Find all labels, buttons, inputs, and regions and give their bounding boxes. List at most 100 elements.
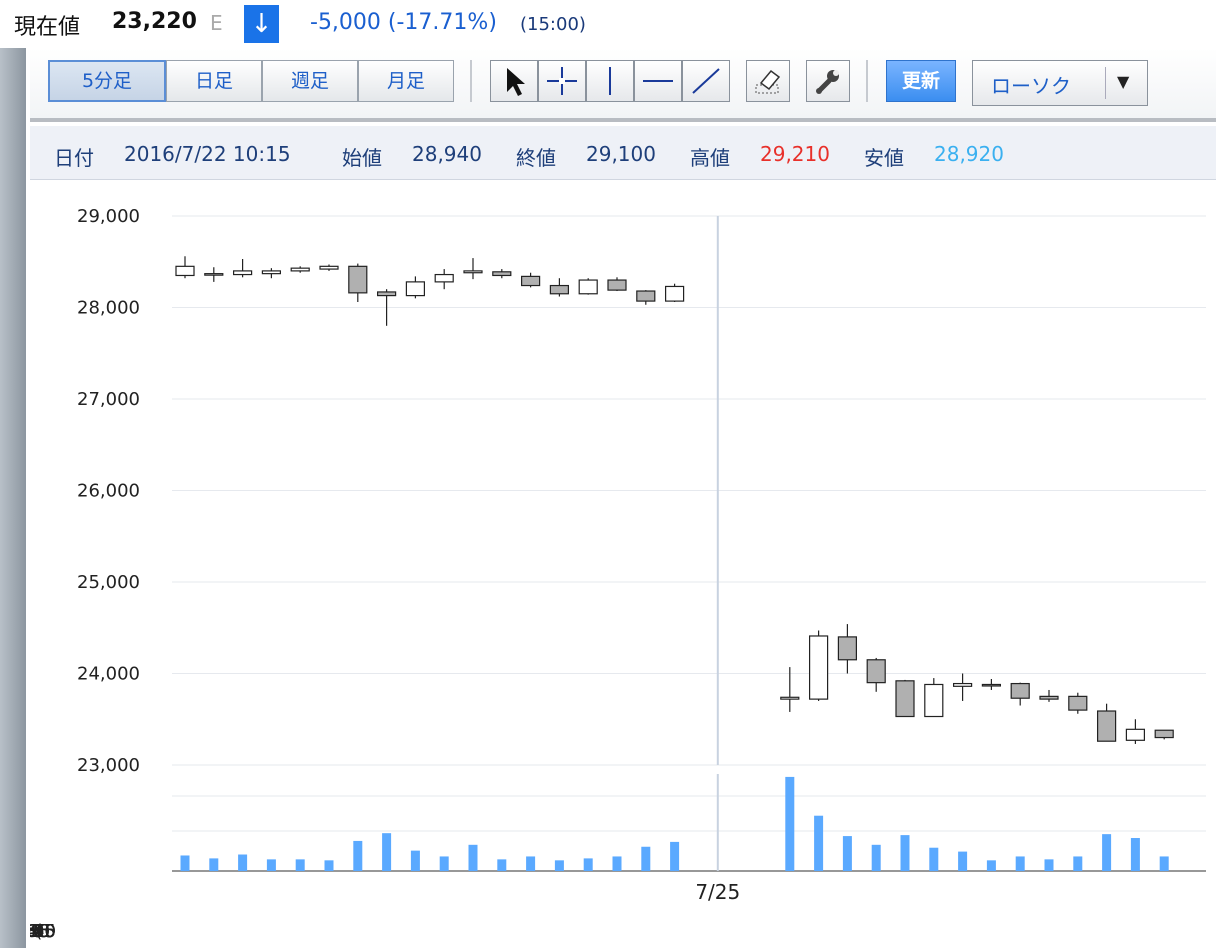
current-price-label: 現在値 [14, 15, 81, 40]
volume-bar [180, 855, 190, 871]
volume-bar [554, 860, 564, 871]
refresh-button[interactable]: 更新 [886, 60, 956, 102]
volume-bar [439, 856, 449, 871]
candle-body [664, 285, 685, 302]
candle-body [204, 273, 224, 276]
volume-bar [1044, 859, 1054, 871]
down-arrow-icon: ↓ [244, 5, 279, 43]
candlestick-chart[interactable]: 29,000 28,000 27,000 26,000 25,000 24,000 23,0… [30, 181, 1216, 948]
volume-bar [209, 858, 219, 871]
y-tick-label: 23,000 [77, 755, 140, 776]
trend-line-icon[interactable] [682, 60, 730, 102]
period-monthly-button[interactable]: 月足 [358, 60, 454, 102]
y-tick-label: 28,000 [77, 298, 140, 319]
candle-body [780, 696, 800, 700]
horizontal-line-icon[interactable] [634, 60, 682, 102]
period-daily-button[interactable]: 日足 [166, 60, 262, 102]
candle-body [1125, 728, 1146, 741]
low-value: 28,920 [934, 142, 1004, 166]
candle-body [492, 271, 512, 277]
toolbar-separator [866, 60, 868, 102]
candle-body [377, 291, 397, 297]
volume-bar [641, 846, 651, 871]
period-5min-button[interactable]: 5分足 [48, 60, 166, 102]
volume-bar [324, 860, 334, 871]
candle-body [1154, 729, 1174, 739]
select-divider [1105, 67, 1106, 99]
candle-body [837, 636, 858, 661]
candle-body [866, 659, 886, 684]
date-value: 2016/7/22 10:15 [124, 142, 291, 166]
y-tick-label: 25,000 [77, 572, 140, 593]
volume-bar [900, 835, 910, 871]
volume-bar [814, 815, 824, 871]
candle-body [434, 273, 454, 283]
y-tick-label: 26,000 [77, 481, 140, 502]
candle-body [261, 270, 281, 275]
candle-body [1010, 682, 1030, 699]
candle-body [463, 270, 483, 274]
volume-bar [1015, 856, 1025, 871]
candle-body [1068, 695, 1088, 711]
candle-body [1039, 695, 1059, 700]
chart-type-select[interactable]: ローソク ▼ [972, 60, 1148, 106]
volume-bar [842, 836, 852, 871]
volume-bar [353, 840, 363, 871]
volume-bar [266, 859, 276, 871]
volume-bar [785, 776, 795, 871]
chart-type-label: ローソク [991, 74, 1071, 98]
current-price: 23,220 [112, 9, 197, 34]
eraser-icon[interactable] [746, 60, 790, 102]
candle-body [981, 683, 1002, 687]
high-label: 高値 [690, 146, 730, 170]
candle-body [175, 265, 195, 277]
candle-body [1096, 710, 1117, 742]
crosshair-icon[interactable] [538, 60, 586, 102]
quote-time: (15:00) [520, 14, 586, 35]
quote-header: 現在値 23,220 E ↓ -5,000 (-17.71%) (15:00) [0, 0, 1216, 48]
volume-bar [612, 856, 622, 871]
price-change: -5,000 (-17.71%) [310, 10, 497, 35]
volume-bar [497, 859, 507, 871]
exchange-badge: E [210, 11, 223, 35]
volume-bar [929, 847, 939, 871]
candle-body [924, 683, 944, 718]
volume-bar [295, 859, 305, 871]
date-label: 日付 [54, 146, 94, 170]
volume-bar [986, 860, 996, 871]
candle-body [895, 680, 915, 718]
candle-body [405, 281, 425, 297]
volume-bar [583, 858, 593, 871]
period-weekly-button[interactable]: 週足 [262, 60, 358, 102]
toolbar-separator [470, 60, 472, 102]
volume-bar [1102, 834, 1112, 871]
cursor-icon[interactable] [490, 60, 538, 102]
settings-wrench-icon[interactable] [806, 60, 850, 102]
low-label: 安値 [864, 146, 904, 170]
volume-bar [468, 844, 478, 871]
open-label: 始値 [342, 146, 382, 170]
volume-bar [958, 851, 968, 871]
y-tick-label: 29,000 [77, 206, 140, 227]
volume-bar [1159, 856, 1169, 871]
volume-bar [871, 844, 881, 871]
volume-bar [382, 833, 392, 871]
close-value: 29,100 [586, 142, 656, 166]
volume-bar [670, 841, 680, 871]
high-value: 29,210 [760, 142, 830, 166]
candle-body [233, 270, 253, 276]
open-value: 28,940 [412, 142, 482, 166]
x-tick-label: 10:15 [30, 921, 56, 942]
volume-bar [1130, 838, 1140, 871]
volume-bar [238, 854, 248, 871]
candle-body [521, 275, 541, 287]
candle-body [348, 265, 368, 294]
close-label: 終値 [516, 146, 556, 170]
candle-body [607, 279, 627, 291]
chart-toolbar: 5分足 日足 週足 月足 更新 ローソク ▼ [30, 48, 1216, 122]
y-tick-label: 27,000 [77, 389, 140, 410]
vertical-line-icon[interactable] [586, 60, 634, 102]
candle-body [636, 290, 656, 302]
y-tick-label: 24,000 [77, 664, 140, 685]
volume-bar [410, 850, 420, 871]
